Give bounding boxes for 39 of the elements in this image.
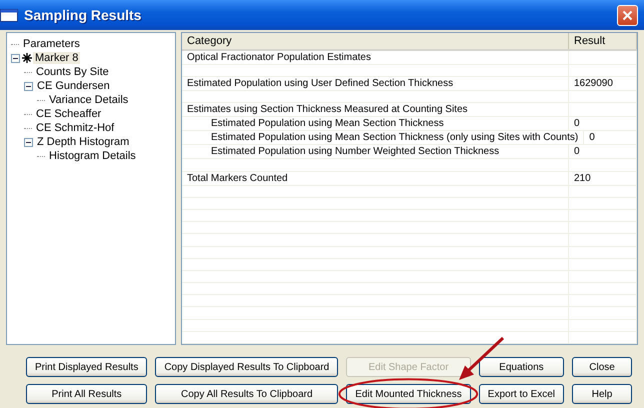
table-cell: Estimated Population using User Defined Section Thickness <box>187 78 454 90</box>
action-button[interactable]: Print All Results <box>26 384 148 404</box>
collapse-toggle[interactable] <box>11 54 20 62</box>
tree-item[interactable]: Counts By Site <box>34 66 111 78</box>
table-cell: Estimated Population using Mean Section Thickness (only using Sites with Counts) <box>211 132 578 144</box>
action-button[interactable]: Close <box>572 357 632 377</box>
action-button[interactable]: Equations <box>478 357 564 377</box>
tree-item[interactable]: Z Depth Histogram <box>35 136 132 148</box>
table-cell: 0 <box>574 118 580 130</box>
action-button[interactable]: Edit Mounted Thickness <box>346 384 471 404</box>
tree-item[interactable]: CE Schmitz-Hof <box>34 122 116 134</box>
table-cell: Total Markers Counted <box>187 172 288 184</box>
close-icon[interactable] <box>617 4 638 26</box>
column-header[interactable]: Result <box>569 33 637 49</box>
table-cell: 0 <box>589 132 595 144</box>
table-cell: 0 <box>574 146 580 158</box>
table-cell: Estimated Population using Number Weighted Section Thickness <box>211 146 500 158</box>
tree-item[interactable]: Histogram Details <box>47 150 138 162</box>
tree-item[interactable]: Parameters <box>21 38 82 50</box>
asterisk-icon <box>22 53 32 63</box>
action-button[interactable]: Copy Displayed Results To Clipboard <box>155 357 338 377</box>
action-button[interactable]: Copy All Results To Clipboard <box>155 384 338 404</box>
table-cell: 210 <box>574 172 591 184</box>
action-button[interactable]: Print Displayed Results <box>26 357 148 377</box>
table-cell: Estimated Population using Mean Section Thickness <box>211 118 444 130</box>
collapse-toggle[interactable] <box>24 138 33 146</box>
tree-item[interactable]: CE Scheaffer <box>34 108 104 120</box>
table-cell: Optical Fractionator Population Estimates <box>187 52 371 63</box>
collapse-toggle[interactable] <box>24 82 33 90</box>
table-cell: Estimates using Section Thickness Measured at Counting Sites <box>187 104 468 116</box>
window-title: Sampling Results <box>24 7 142 23</box>
tree-item[interactable]: Variance Details <box>47 94 130 106</box>
tree-item[interactable]: Marker 8 <box>33 52 80 64</box>
column-header[interactable]: Category <box>182 33 569 49</box>
action-button[interactable]: Export to Excel <box>478 384 564 404</box>
window-icon <box>0 8 18 22</box>
tree-item[interactable]: CE Gundersen <box>35 80 112 92</box>
table-cell: 1629090 <box>574 78 613 90</box>
action-button[interactable]: Help <box>572 384 632 404</box>
